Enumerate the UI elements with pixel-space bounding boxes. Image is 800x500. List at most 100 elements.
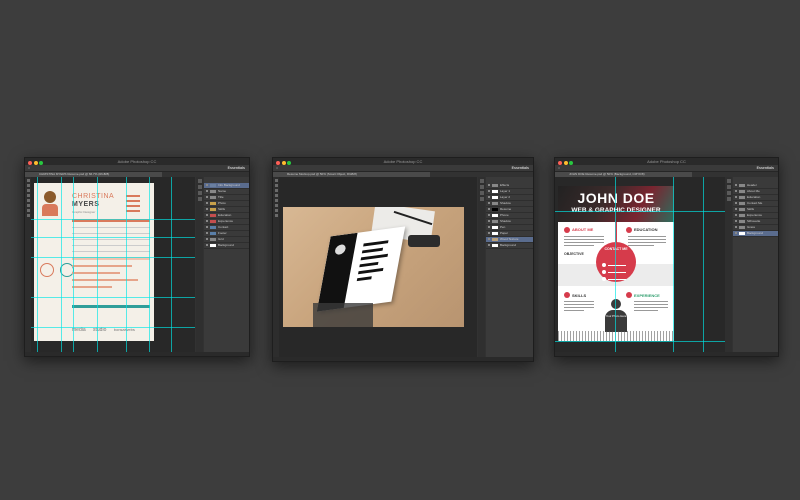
layer-row[interactable]: Background — [204, 243, 249, 249]
home-icon[interactable]: ⌂ — [276, 166, 278, 170]
canvas-area[interactable]: JOHN DOE WEB & GRAPHIC DESIGNER ABOUT ME… — [555, 177, 725, 352]
brush-settings-icon[interactable] — [197, 191, 202, 195]
visibility-eye-icon[interactable] — [488, 220, 490, 222]
marquee-tool-icon[interactable] — [26, 184, 30, 187]
type-tool-icon[interactable] — [26, 209, 30, 212]
close-button[interactable] — [28, 160, 32, 165]
guide-line[interactable] — [73, 177, 74, 352]
brush-tool-icon[interactable] — [274, 199, 278, 202]
move-tool-icon[interactable] — [274, 179, 278, 182]
minimize-button[interactable] — [563, 160, 568, 165]
zoom-button[interactable] — [287, 160, 291, 165]
eraser-tool-icon[interactable] — [26, 204, 30, 207]
visibility-eye-icon[interactable] — [735, 202, 737, 204]
visibility-eye-icon[interactable] — [206, 202, 208, 204]
properties-icon[interactable] — [479, 185, 484, 189]
properties-icon[interactable] — [197, 185, 202, 189]
minimize-button[interactable] — [33, 160, 38, 165]
layer-row[interactable]: Background — [733, 231, 778, 237]
move-tool-icon[interactable] — [26, 179, 30, 182]
character-icon[interactable] — [726, 197, 731, 201]
visibility-eye-icon[interactable] — [206, 190, 208, 192]
guide-line[interactable] — [615, 177, 616, 352]
zoom-button[interactable] — [39, 160, 43, 165]
guide-line[interactable] — [97, 177, 98, 352]
character-icon[interactable] — [197, 197, 202, 201]
visibility-eye-icon[interactable] — [206, 214, 208, 216]
zoom-tool-icon[interactable] — [26, 214, 30, 217]
guide-line[interactable] — [149, 177, 150, 352]
close-button[interactable] — [276, 160, 280, 165]
visibility-eye-icon[interactable] — [488, 208, 490, 210]
visibility-eye-icon[interactable] — [206, 226, 208, 228]
guide-line[interactable] — [31, 327, 195, 328]
marquee-tool-icon[interactable] — [274, 184, 278, 187]
guide-line[interactable] — [37, 177, 38, 352]
guide-line[interactable] — [555, 211, 725, 212]
brush-settings-icon[interactable] — [479, 191, 484, 195]
photoshop-window-1[interactable]: Adobe Photoshop CC ⌂ Essentials CHRISTIN… — [24, 157, 250, 357]
guide-line[interactable] — [31, 297, 195, 298]
guide-line[interactable] — [31, 219, 195, 220]
character-icon[interactable] — [479, 197, 484, 201]
lasso-tool-icon[interactable] — [26, 189, 30, 192]
visibility-eye-icon[interactable] — [735, 190, 737, 192]
layers-panel[interactable]: Header About Me Education Contact Me Skills E… — [733, 177, 778, 352]
visibility-eye-icon[interactable] — [488, 190, 490, 192]
visibility-eye-icon[interactable] — [206, 244, 208, 246]
layer-row[interactable]: Background — [486, 243, 533, 249]
collapsed-panels[interactable] — [196, 177, 203, 352]
home-icon[interactable]: ⌂ — [28, 166, 30, 170]
window-title-bar[interactable]: Adobe Photoshop CC — [555, 158, 778, 165]
canvas-area[interactable]: CHRISTINA MYERS Graphic Designer media s… — [31, 177, 195, 352]
brush-settings-icon[interactable] — [726, 191, 731, 195]
visibility-eye-icon[interactable] — [735, 232, 737, 234]
visibility-eye-icon[interactable] — [206, 196, 208, 198]
minimize-button[interactable] — [281, 160, 286, 165]
options-bar[interactable]: ⌂ Essentials — [25, 165, 249, 172]
crop-tool-icon[interactable] — [26, 194, 30, 197]
guide-line[interactable] — [126, 177, 127, 352]
guide-line[interactable] — [31, 257, 195, 258]
visibility-eye-icon[interactable] — [735, 220, 737, 222]
visibility-eye-icon[interactable] — [488, 196, 490, 198]
window-title-bar[interactable]: Adobe Photoshop CC — [273, 158, 533, 165]
brush-tool-icon[interactable] — [26, 199, 30, 202]
collapsed-panels[interactable] — [478, 177, 485, 357]
properties-icon[interactable] — [726, 185, 731, 189]
workspace-switcher[interactable]: Essentials — [512, 165, 529, 171]
visibility-eye-icon[interactable] — [735, 208, 737, 210]
home-icon[interactable]: ⌂ — [558, 166, 560, 170]
guide-line[interactable] — [555, 341, 725, 342]
guide-line[interactable] — [703, 177, 704, 352]
visibility-eye-icon[interactable] — [488, 244, 490, 246]
layers-panel[interactable]: Info Background Name Title Photo Skills Educa… — [204, 177, 249, 352]
visibility-eye-icon[interactable] — [735, 226, 737, 228]
visibility-eye-icon[interactable] — [206, 238, 208, 240]
visibility-eye-icon[interactable] — [488, 238, 490, 240]
collapsed-panels[interactable] — [725, 177, 732, 352]
photoshop-window-2[interactable]: Adobe Photoshop CC ⌂ Essentials Resume M… — [272, 157, 534, 362]
visibility-eye-icon[interactable] — [206, 208, 208, 210]
workspace-switcher[interactable]: Essentials — [757, 165, 774, 171]
visibility-eye-icon[interactable] — [488, 184, 490, 186]
crop-tool-icon[interactable] — [274, 194, 278, 197]
close-button[interactable] — [558, 160, 562, 165]
options-bar[interactable]: ⌂ Essentials — [273, 165, 533, 172]
visibility-eye-icon[interactable] — [488, 226, 490, 228]
options-bar[interactable]: ⌂ Essentials — [555, 165, 778, 172]
visibility-eye-icon[interactable] — [206, 184, 208, 186]
eraser-tool-icon[interactable] — [274, 204, 278, 207]
visibility-eye-icon[interactable] — [488, 202, 490, 204]
photoshop-window-3[interactable]: Adobe Photoshop CC ⌂ Essentials JOHN DOE… — [554, 157, 779, 357]
history-icon[interactable] — [479, 179, 484, 183]
type-tool-icon[interactable] — [274, 209, 278, 212]
layers-panel[interactable]: Effects Layer 1 Layer 2 Shadow Resume Phone Sh… — [486, 177, 533, 357]
guide-line[interactable] — [61, 177, 62, 352]
visibility-eye-icon[interactable] — [206, 220, 208, 222]
guide-line[interactable] — [673, 177, 674, 352]
zoom-tool-icon[interactable] — [274, 214, 278, 217]
visibility-eye-icon[interactable] — [488, 214, 490, 216]
visibility-eye-icon[interactable] — [735, 196, 737, 198]
visibility-eye-icon[interactable] — [735, 214, 737, 216]
